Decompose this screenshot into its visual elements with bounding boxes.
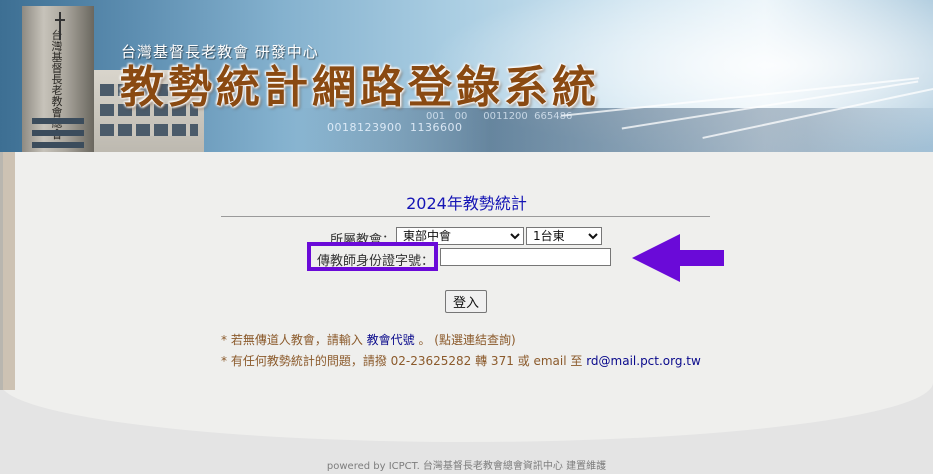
system-title: 教勢統計網路登錄系統 <box>120 62 600 113</box>
church-code-link[interactable]: 教會代號 <box>367 333 415 347</box>
left-stripe <box>3 152 15 390</box>
email-link[interactable]: rd@mail.pct.org.tw <box>586 354 701 368</box>
note-2-prefix: * 有任何教勢統計的問題，請撥 02-23625282 轉 371 或 emai… <box>221 354 587 368</box>
church-select[interactable]: 1台東 <box>526 227 602 245</box>
header-banner: 台灣基督長老教會總會 台灣基督長老教會 研發中心 教勢統計網路登錄系統 001 … <box>0 0 933 152</box>
note-1-prefix: * 若無傳道人教會，請輸入 <box>221 333 367 347</box>
login-button[interactable]: 登入 <box>445 290 487 313</box>
note-1-suffix: 。 (點選連結查詢) <box>414 333 516 347</box>
note-line-1: * 若無傳道人教會，請輸入 教會代號 。 (點選連結查詢) <box>221 331 516 348</box>
note-line-2: * 有任何教勢統計的問題，請撥 02-23625282 轉 371 或 emai… <box>221 352 701 369</box>
heading-divider <box>221 216 710 217</box>
highlight-box <box>307 242 438 271</box>
organization-name: 台灣基督長老教會 研發中心 <box>121 43 319 61</box>
cross-icon <box>55 12 65 40</box>
building-window <box>32 130 84 136</box>
banner-digits: 0018123900 1136600 <box>327 121 463 134</box>
building-window <box>32 118 84 124</box>
footer-credit: powered by ICPCT. 台灣基督長老教會總會資訊中心 建置維護 <box>326 461 607 472</box>
arrow-left-icon <box>632 234 724 282</box>
pastor-id-input[interactable] <box>440 248 611 266</box>
building-window-row <box>100 124 198 136</box>
page-heading: 2024年教勢統計 <box>406 194 527 213</box>
building-window <box>32 142 84 148</box>
building-sign: 台灣基督長老教會總會 <box>51 29 63 140</box>
